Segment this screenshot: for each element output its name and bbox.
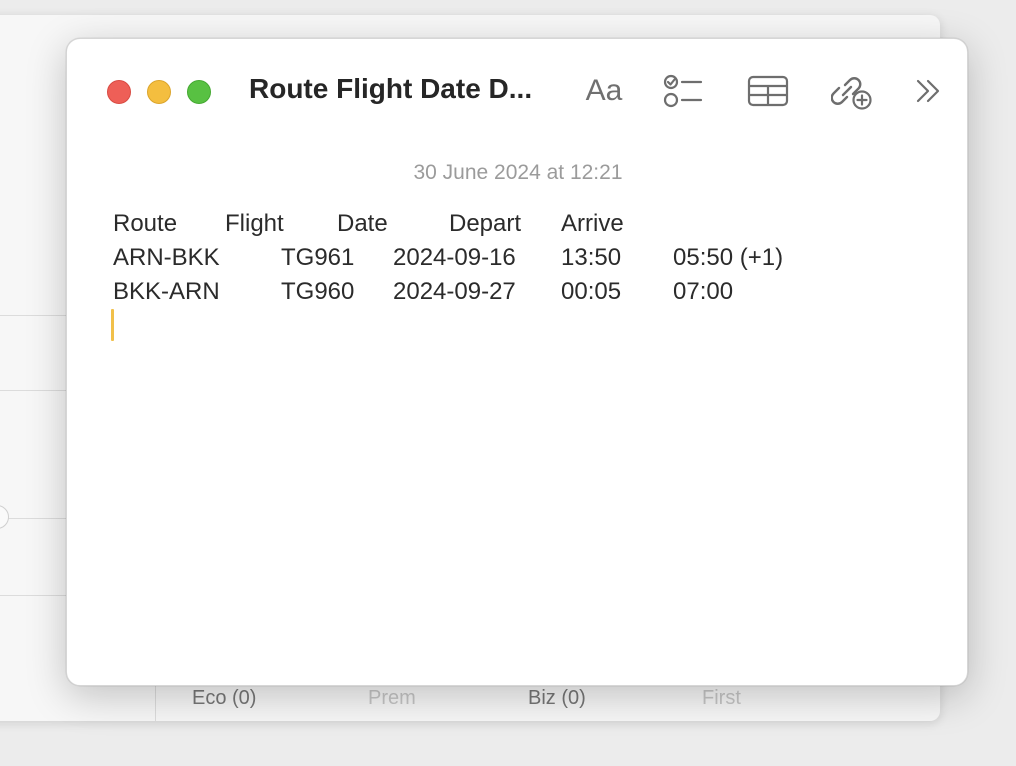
depart-cell: 00:05 [561, 278, 622, 305]
tab-eco[interactable]: Eco (0) [192, 687, 256, 710]
zoom-button[interactable] [187, 80, 211, 104]
tab-biz[interactable]: Biz (0) [528, 687, 586, 710]
notes-window: Route Flight Date D... Aa 30 June 2024 a… [66, 38, 968, 686]
header-depart: Depart [449, 210, 522, 237]
window-title: Route Flight Date D... [249, 73, 533, 104]
minimize-button[interactable] [147, 80, 171, 104]
radio-button[interactable] [0, 505, 9, 529]
link-button[interactable] [829, 69, 875, 113]
arrive-cell: 07:00 [673, 278, 734, 305]
header-route: Route [113, 210, 178, 237]
table-icon [747, 75, 789, 107]
chevron-double-right-icon [916, 79, 940, 103]
header-arrive: Arrive [561, 210, 624, 237]
header-date: Date [337, 210, 388, 237]
text-caret [111, 309, 114, 341]
route-cell: ARN-BKK [113, 244, 220, 271]
route-cell: BKK-ARN [113, 278, 220, 305]
table-button[interactable] [745, 69, 791, 113]
checklist-button[interactable] [661, 69, 705, 113]
header-flight: Flight [225, 210, 284, 237]
flight-cell: TG960 [281, 278, 355, 305]
tab-first[interactable]: First [702, 687, 741, 710]
checklist-icon [663, 74, 703, 108]
flight-cell: TG961 [281, 244, 355, 271]
date-cell: 2024-09-27 [393, 278, 516, 305]
date-cell: 2024-09-16 [393, 244, 516, 271]
tab-prem[interactable]: Prem [368, 687, 416, 710]
close-button[interactable] [107, 80, 131, 104]
more-button[interactable] [909, 69, 949, 113]
depart-cell: 13:50 [561, 244, 622, 271]
format-button[interactable]: Aa [579, 69, 629, 113]
link-add-icon [831, 77, 872, 110]
note-date: 30 June 2024 at 12:21 [413, 161, 623, 184]
arrive-cell: 05:50 (+1) [673, 244, 784, 271]
